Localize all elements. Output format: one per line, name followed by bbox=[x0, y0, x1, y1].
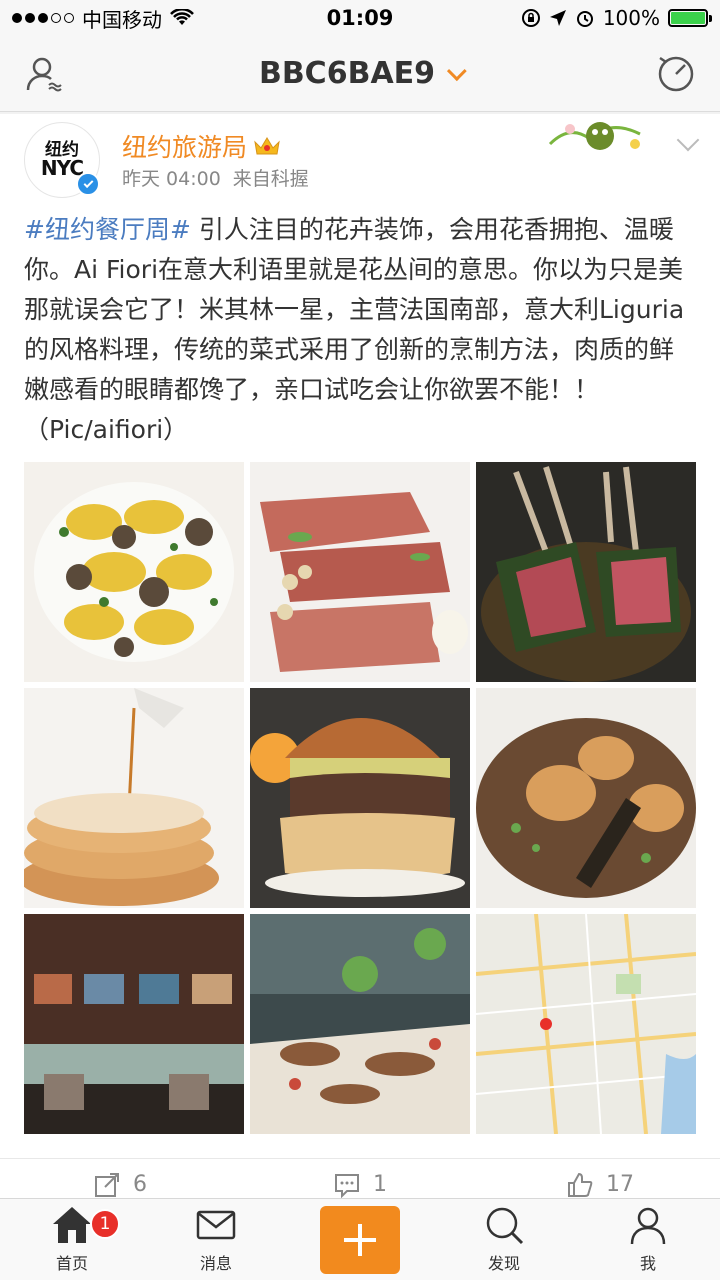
post-time: 昨天 04:00 bbox=[122, 168, 221, 190]
wifi-icon bbox=[170, 9, 194, 25]
signal-icon bbox=[12, 13, 74, 23]
avatar-logo: 纽约 NYC bbox=[40, 140, 84, 180]
home-icon bbox=[53, 1207, 91, 1243]
friend-add-icon[interactable] bbox=[24, 54, 64, 94]
search-icon bbox=[486, 1207, 524, 1245]
location-icon bbox=[549, 10, 566, 26]
card-decoration-icon bbox=[548, 122, 641, 150]
status-left: 中国移动 bbox=[12, 4, 194, 33]
tab-bar: 首页 1 消息 发现 我 bbox=[0, 1198, 720, 1280]
nav-bar: BBC6BAE9 bbox=[0, 36, 720, 112]
dining-room-photo[interactable] bbox=[24, 914, 244, 1134]
tab-home-label: 首页 bbox=[55, 1254, 88, 1273]
nav-title[interactable]: BBC6BAE9 bbox=[258, 56, 467, 91]
compose-button[interactable] bbox=[320, 1205, 400, 1274]
buffet-photo[interactable] bbox=[250, 914, 470, 1134]
status-right: 100% bbox=[521, 6, 712, 30]
burger-photo[interactable] bbox=[250, 688, 470, 908]
post-body: 引人注目的花卉装饰，会用花香拥抱、温暖你。Ai Fiori在意大利语里就是花丛间… bbox=[24, 215, 685, 444]
battery-icon bbox=[668, 9, 712, 27]
lamb-rack-photo[interactable] bbox=[476, 462, 696, 682]
like-count: 17 bbox=[606, 1172, 634, 1197]
comment-count: 1 bbox=[373, 1172, 387, 1197]
duck-breast-photo[interactable] bbox=[250, 462, 470, 682]
tab-profile-label: 我 bbox=[639, 1254, 656, 1273]
battery-percent: 100% bbox=[602, 6, 660, 30]
user-name-text: 纽约旅游局 bbox=[122, 133, 248, 162]
tab-discover[interactable]: 发现 bbox=[432, 1199, 576, 1280]
tab-home[interactable]: 首页 1 bbox=[0, 1199, 144, 1280]
nav-title-text: BBC6BAE9 bbox=[258, 56, 436, 91]
chevron-down-icon[interactable] bbox=[676, 128, 700, 152]
post-header: 纽约 NYC 纽约旅游局 昨天 04:00 来自科握 bbox=[0, 114, 720, 204]
crown-icon bbox=[254, 137, 280, 155]
hashtag-link[interactable]: #纽约餐厅周# bbox=[24, 215, 191, 244]
chevron-down-icon bbox=[446, 60, 467, 81]
message-icon bbox=[196, 1210, 236, 1240]
post-meta: 昨天 04:00 来自科握 bbox=[122, 164, 309, 191]
pasta-photo[interactable] bbox=[24, 462, 244, 682]
plus-icon bbox=[344, 1223, 376, 1256]
scallops-photo[interactable] bbox=[476, 688, 696, 908]
post-source: 来自科握 bbox=[232, 168, 309, 190]
tab-messages-label: 消息 bbox=[199, 1254, 232, 1273]
radar-icon[interactable] bbox=[656, 54, 696, 94]
repost-icon bbox=[95, 1172, 119, 1197]
map-photo[interactable] bbox=[476, 914, 696, 1134]
tab-compose[interactable] bbox=[288, 1199, 432, 1280]
status-bar: 中国移动 01:09 100% bbox=[0, 0, 720, 36]
thumbs-up-icon bbox=[568, 1172, 593, 1197]
profile-icon bbox=[630, 1207, 666, 1245]
verified-badge-icon bbox=[76, 172, 100, 196]
status-time: 01:09 bbox=[326, 6, 394, 30]
tab-discover-label: 发现 bbox=[487, 1254, 520, 1273]
post-user-name[interactable]: 纽约旅游局 bbox=[122, 128, 281, 164]
comment-icon bbox=[335, 1173, 359, 1198]
tab-messages[interactable]: 消息 bbox=[144, 1199, 288, 1280]
post-text: #纽约餐厅周# 引人注目的花卉装饰，会用花香拥抱、温暖你。Ai Fiori在意大… bbox=[24, 210, 696, 450]
pancakes-photo[interactable] bbox=[24, 688, 244, 908]
image-grid bbox=[24, 462, 696, 1134]
tab-profile[interactable]: 我 bbox=[576, 1199, 720, 1280]
repost-count: 6 bbox=[133, 1172, 147, 1197]
carrier-label: 中国移动 bbox=[82, 7, 162, 32]
alarm-icon bbox=[576, 11, 593, 27]
notification-badge: 1 bbox=[90, 1209, 120, 1239]
post-card[interactable]: 纽约 NYC 纽约旅游局 昨天 04:00 来自科握 #纽约餐厅周# 引人注目的… bbox=[0, 114, 720, 1198]
rotation-lock-icon bbox=[521, 9, 540, 27]
